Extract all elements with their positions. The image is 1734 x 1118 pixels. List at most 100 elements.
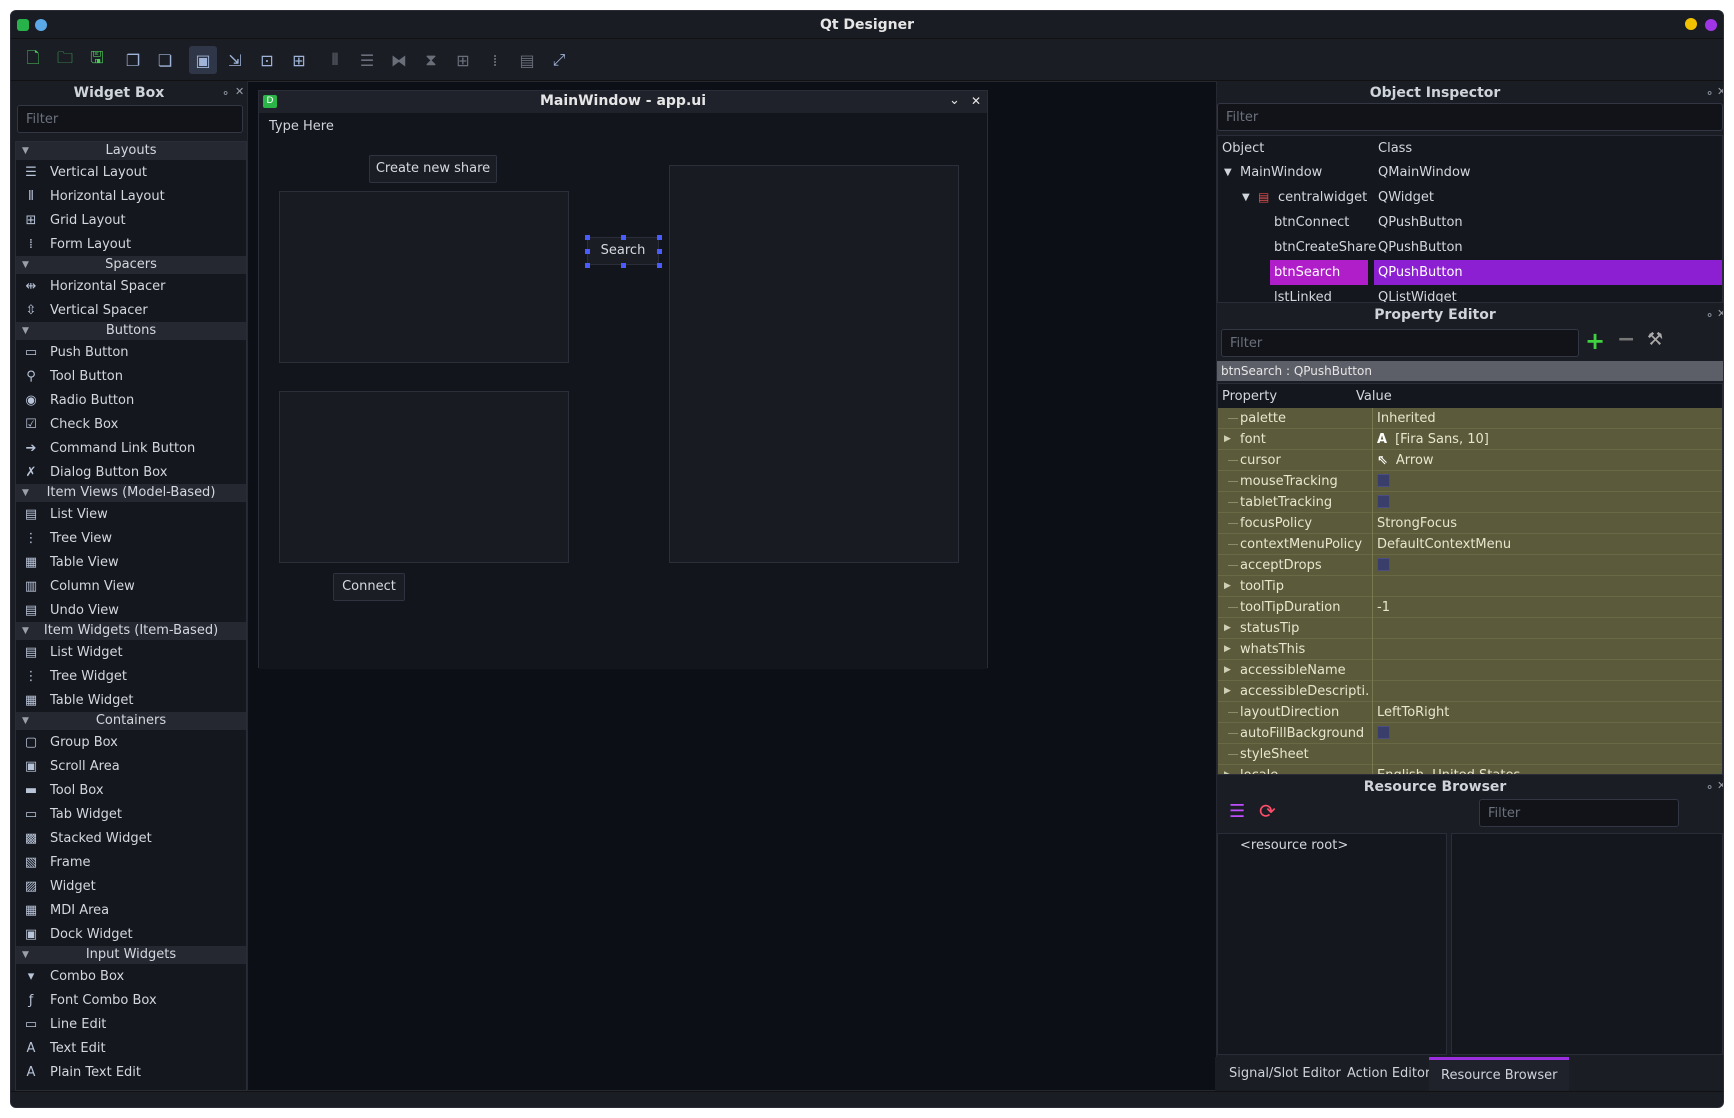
edit-tab-order-icon[interactable]: ⊞ [285, 46, 313, 74]
maximize-button[interactable] [1705, 19, 1717, 31]
float-icon[interactable]: ⚬ [1705, 87, 1714, 100]
collapse-arrow-icon[interactable]: ▼ [22, 946, 29, 964]
property-row[interactable]: ▶ whatsThis [1218, 639, 1722, 660]
category-header[interactable]: ▼ Layouts [16, 142, 246, 160]
property-value[interactable] [1372, 492, 1722, 513]
widget-item[interactable]: ⁞ Form Layout [16, 232, 246, 256]
property-row[interactable]: palette Inherited [1218, 408, 1722, 429]
minimize-button[interactable] [1685, 18, 1697, 30]
property-row[interactable]: ▶ font A [Fira Sans, 10] [1218, 429, 1722, 450]
category-header[interactable]: ▼ Spacers [16, 256, 246, 274]
edit-buddies-icon[interactable]: ⊡ [253, 46, 281, 74]
property-row[interactable]: ▶ toolTip [1218, 576, 1722, 597]
category-header[interactable]: ▼ Containers [16, 712, 246, 730]
layout-horizontal-splitter-icon[interactable]: ⧓ [385, 46, 413, 74]
checkbox[interactable] [1377, 495, 1390, 508]
widget-item[interactable]: ▤ List View [16, 502, 246, 526]
widget-item[interactable]: ▭ Tab Widget [16, 802, 246, 826]
close-icon[interactable]: ✕ [235, 85, 244, 98]
resource-filter-input[interactable]: Filter [1479, 799, 1679, 827]
save-icon[interactable]: 🖫 [83, 46, 111, 74]
widget-item[interactable]: ▦ Table View [16, 550, 246, 574]
list-linked[interactable] [669, 165, 959, 563]
list-widget-bottom[interactable] [279, 391, 569, 563]
property-value[interactable]: -1 [1372, 597, 1722, 618]
open-folder-icon[interactable]: 🗀 [51, 46, 79, 74]
property-row[interactable]: ▶ accessibleName [1218, 660, 1722, 681]
selection-handle[interactable] [585, 263, 590, 268]
property-row[interactable]: ▶ locale English, United States [1218, 765, 1722, 774]
resource-root[interactable]: <resource root> [1218, 834, 1446, 853]
collapse-arrow-icon[interactable]: ▼ [22, 142, 29, 160]
category-header[interactable]: ▼ Item Views (Model-Based) [16, 484, 246, 502]
object-row[interactable]: lstLinked QListWidget [1218, 285, 1722, 302]
object-row[interactable]: ▼ MainWindow QMainWindow [1218, 160, 1722, 185]
category-header[interactable]: ▼ Input Widgets [16, 946, 246, 964]
widget-item[interactable]: ▧ Frame [16, 850, 246, 874]
selection-handle[interactable] [585, 235, 590, 240]
connect-button[interactable]: Connect [333, 573, 405, 601]
tab-action-editor[interactable]: Action Editor [1335, 1057, 1442, 1091]
object-row[interactable]: btnSearch QPushButton [1218, 260, 1722, 285]
widget-item[interactable]: ⋮ Tree View [16, 526, 246, 550]
expand-arrow-icon[interactable]: ▶ [1224, 618, 1231, 639]
widget-item[interactable]: ▦ MDI Area [16, 898, 246, 922]
object-row[interactable]: btnConnect QPushButton [1218, 210, 1722, 235]
configure-wrench-icon[interactable]: ⚒ [1647, 329, 1663, 350]
property-value[interactable] [1372, 618, 1722, 639]
close-icon[interactable]: ✕ [971, 94, 981, 108]
property-value[interactable] [1372, 723, 1722, 744]
expand-arrow-icon[interactable]: ▶ [1224, 639, 1231, 660]
widget-item[interactable]: ▥ Column View [16, 574, 246, 598]
widget-item[interactable]: ⇳ Vertical Spacer [16, 298, 246, 322]
widget-item[interactable]: ▩ Stacked Widget [16, 826, 246, 850]
edit-signals-slots-icon[interactable]: ⇲ [221, 46, 249, 74]
property-value[interactable] [1372, 744, 1722, 765]
widget-item[interactable]: ƒ Font Combo Box [16, 988, 246, 1012]
tab-resource-browser[interactable]: Resource Browser [1429, 1057, 1570, 1091]
selection-handle[interactable] [657, 263, 662, 268]
selection-handle[interactable] [621, 263, 626, 268]
widget-item[interactable]: ⇹ Horizontal Spacer [16, 274, 246, 298]
property-value[interactable] [1372, 555, 1722, 576]
list-widget-top[interactable] [279, 191, 569, 363]
search-button[interactable]: Search [587, 237, 659, 265]
widget-item[interactable]: ▭ Push Button [16, 340, 246, 364]
bring-to-front-icon[interactable]: ❏ [151, 46, 179, 74]
widget-item[interactable]: ⦀ Horizontal Layout [16, 184, 246, 208]
layout-vertical-splitter-icon[interactable]: ⧗ [417, 46, 445, 74]
selection-handle[interactable] [621, 235, 626, 240]
collapse-arrow-icon[interactable]: ▼ [22, 256, 29, 274]
widget-filter-input[interactable]: Filter [17, 105, 243, 133]
widget-item[interactable]: ➔ Command Link Button [16, 436, 246, 460]
property-value[interactable]: DefaultContextMenu [1372, 534, 1722, 555]
property-row[interactable]: styleSheet [1218, 744, 1722, 765]
widget-item[interactable]: ⋮ Tree Widget [16, 664, 246, 688]
widget-item[interactable]: ☑ Check Box [16, 412, 246, 436]
property-value[interactable]: LeftToRight [1372, 702, 1722, 723]
widget-item[interactable]: A Plain Text Edit [16, 1060, 246, 1084]
property-value[interactable] [1372, 660, 1722, 681]
widget-item[interactable]: ☰ Vertical Layout [16, 160, 246, 184]
break-layout-icon[interactable]: ▤ [513, 46, 541, 74]
float-icon[interactable]: ⚬ [221, 87, 230, 100]
property-value[interactable] [1372, 576, 1722, 597]
expand-arrow-icon[interactable]: ▶ [1224, 765, 1231, 774]
selection-handle[interactable] [657, 249, 662, 254]
remove-property-icon[interactable]: − [1617, 327, 1635, 352]
property-value[interactable]: Inherited [1372, 408, 1722, 429]
selection-handle[interactable] [585, 249, 590, 254]
expand-arrow-icon[interactable]: ▶ [1224, 660, 1231, 681]
property-filter-input[interactable]: Filter [1221, 329, 1579, 357]
checkbox[interactable] [1377, 474, 1390, 487]
property-value[interactable]: ⇖ Arrow [1372, 450, 1722, 471]
widget-item[interactable]: ▦ Table Widget [16, 688, 246, 712]
collapse-arrow-icon[interactable]: ▼ [22, 484, 29, 502]
widget-item[interactable]: ▢ Group Box [16, 730, 246, 754]
expand-arrow-icon[interactable]: ▼ [1242, 185, 1250, 210]
widget-item[interactable]: ▭ Line Edit [16, 1012, 246, 1036]
collapse-arrow-icon[interactable]: ▼ [22, 322, 29, 340]
widget-item[interactable]: ▨ Widget [16, 874, 246, 898]
adjust-size-icon[interactable]: ⤢ [545, 46, 573, 74]
layout-grid-icon[interactable]: ⊞ [449, 46, 477, 74]
